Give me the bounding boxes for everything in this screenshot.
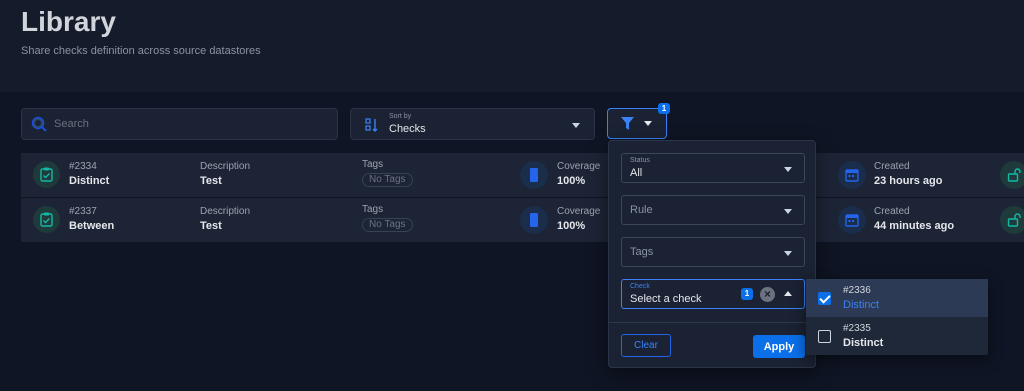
sort-icon [365,118,378,132]
status-label: Status [630,157,650,164]
check-count-badge: 1 [741,288,753,300]
check-id: #2334 [69,161,97,172]
check-select[interactable]: Check Select a check 1 × [621,279,805,309]
table-row[interactable]: #2334 Distinct Description Test Tags No … [21,153,1024,197]
sort-by-label: Sort by [389,113,412,120]
coverage-value: 100% [557,220,586,232]
check-option[interactable]: #2336 Distinct [806,279,988,317]
clear-selection-icon[interactable]: × [760,287,775,302]
no-tags-pill: No Tags [362,218,413,232]
tags-label: Tags [362,159,384,170]
coverage-label: Coverage [557,161,601,172]
coverage-icon [520,161,548,189]
filter-count-badge: 1 [658,103,670,114]
checkbox-unchecked[interactable] [818,330,831,343]
option-id: #2336 [843,285,871,296]
divider [609,322,815,323]
description-label: Description [200,206,251,217]
coverage-value: 100% [557,175,586,187]
calendar-icon-wrap [838,161,866,189]
search-icon [31,116,47,132]
sort-by-value: Checks [389,123,426,135]
option-name: Distinct [843,337,884,349]
page-title: Library [21,6,116,37]
check-icon-wrap [33,206,60,233]
no-tags-pill: No Tags [362,173,413,187]
coverage-icon [520,206,548,234]
check-placeholder: Select a check [630,293,702,305]
unlock-button[interactable] [1000,206,1024,234]
rule-placeholder: Rule [630,204,653,216]
option-name: Distinct [843,299,880,311]
unlock-icon [1007,213,1021,227]
check-options-list: #2336 Distinct #2335 Distinct [806,279,988,355]
description-value: Test [200,175,222,187]
filter-icon [621,117,634,130]
unlock-icon [1007,168,1021,182]
coverage-label: Coverage [557,206,601,217]
unlock-button[interactable] [1000,161,1024,189]
chevron-down-icon [784,167,792,172]
sort-by-select[interactable]: Sort by Checks [350,108,595,140]
chevron-down-icon [784,209,792,214]
checkbox-checked[interactable] [818,292,831,305]
tags-label: Tags [362,204,384,215]
status-select[interactable]: Status All [621,153,805,183]
tags-placeholder: Tags [630,246,654,258]
status-value: All [630,167,643,179]
clipboard-check-icon [40,212,53,227]
clear-button[interactable]: Clear [621,334,671,357]
check-name: Distinct [69,175,110,187]
search-input[interactable] [54,109,334,139]
table-row[interactable]: #2337 Between Description Test Tags No T… [21,198,1024,242]
filter-popover: Status All Rule Tags Check Select a chec… [608,140,816,368]
check-label: Check [630,283,650,290]
apply-button[interactable]: Apply [753,335,805,358]
calendar-icon-wrap [838,206,866,234]
created-value: 23 hours ago [874,175,943,187]
created-label: Created [874,206,910,217]
page-subtitle: Share checks definition across source da… [21,45,261,57]
calendar-icon [845,214,859,227]
calendar-icon [845,169,859,182]
check-icon-wrap [33,161,60,188]
rule-select[interactable]: Rule [621,195,805,225]
description-value: Test [200,220,222,232]
created-value: 44 minutes ago [874,220,955,232]
search-box[interactable] [21,108,338,140]
clipboard-check-icon [40,167,53,182]
page-header: Library Share checks definition across s… [0,0,1024,92]
created-label: Created [874,161,910,172]
tags-select[interactable]: Tags [621,237,805,267]
chevron-down-icon [784,251,792,256]
description-label: Description [200,161,251,172]
check-name: Between [69,220,115,232]
check-id: #2337 [69,206,97,217]
chevron-down-icon [644,121,652,126]
chevron-down-icon [572,123,580,128]
check-option[interactable]: #2335 Distinct [806,317,988,355]
option-id: #2335 [843,323,871,334]
chevron-up-icon [784,291,792,296]
